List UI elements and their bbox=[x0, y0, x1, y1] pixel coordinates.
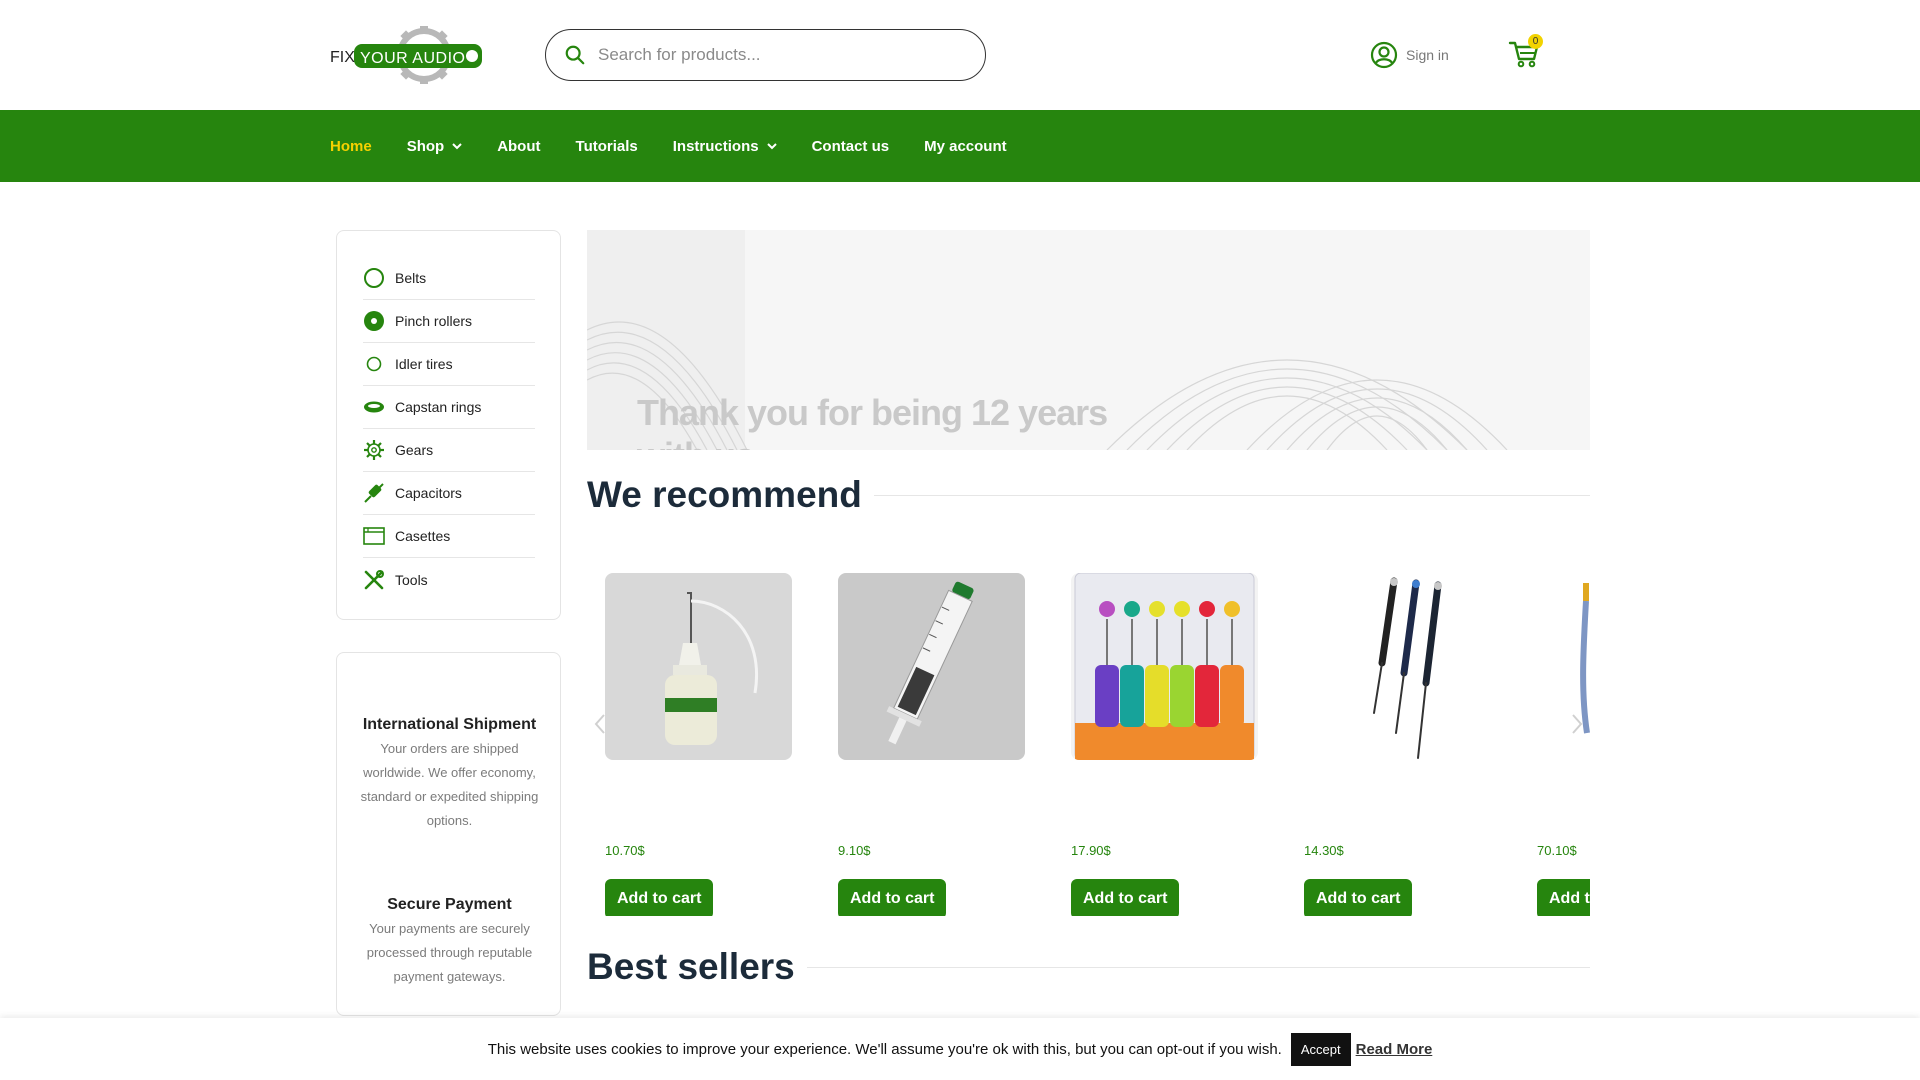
product-card: 14.30$ Add to cart bbox=[1304, 573, 1491, 916]
info-title: Secure Payment bbox=[387, 896, 512, 913]
search-input[interactable] bbox=[598, 45, 968, 65]
add-to-cart-button[interactable]: Add to cart bbox=[1537, 879, 1590, 916]
nav-item-label: Instructions bbox=[672, 137, 759, 155]
secure-payment-block: Secure Payment Your payments are securel… bbox=[357, 893, 542, 989]
nav-item-label: Home bbox=[330, 137, 372, 155]
section-divider bbox=[806, 966, 1590, 968]
nav-item-label: About bbox=[497, 137, 541, 155]
pinch-roller-icon bbox=[364, 311, 384, 331]
product-price: 17.90$ bbox=[1071, 843, 1111, 858]
category-label: Capacitors bbox=[395, 485, 462, 501]
category-label: Capstan rings bbox=[395, 399, 482, 415]
international-shipment-block: International Shipment Your orders are s… bbox=[357, 713, 542, 833]
category-belts[interactable]: Belts bbox=[363, 257, 535, 300]
cassette-icon bbox=[363, 527, 385, 545]
chevron-down-icon bbox=[452, 143, 462, 150]
product-card: 9.10$ Add to cart bbox=[838, 573, 1025, 916]
cookie-accept-button[interactable]: Accept bbox=[1290, 1032, 1351, 1066]
nav-item-label: Tutorials bbox=[575, 137, 638, 155]
user-icon bbox=[1370, 41, 1398, 69]
recommend-carousel: 10.70$ Add to cart 9.10$ Add to cart 17.… bbox=[587, 556, 1590, 916]
sign-in-link[interactable]: Sign in bbox=[1370, 41, 1449, 69]
category-tools[interactable]: Tools bbox=[363, 558, 535, 601]
capacitor-icon bbox=[364, 483, 384, 503]
category-label: Idler tires bbox=[395, 356, 453, 372]
category-label: Belts bbox=[395, 270, 427, 286]
hero-banner[interactable]: Thank you for being 12 years with us bbox=[587, 230, 1590, 450]
add-to-cart-button[interactable]: Add to cart bbox=[1304, 879, 1413, 916]
category-pinch-rollers[interactable]: Pinch rollers bbox=[363, 300, 535, 343]
info-text: Your orders are shipped worldwide. We of… bbox=[360, 741, 539, 828]
nav-item-label: My account bbox=[924, 137, 1007, 155]
category-casettes[interactable]: Casettes bbox=[363, 515, 535, 558]
main-nav: Home Shop About Tutorials Instructions C… bbox=[0, 110, 1920, 182]
product-price: 14.30$ bbox=[1304, 843, 1344, 858]
product-image-syringe[interactable] bbox=[838, 573, 1025, 760]
nav-item-shop[interactable]: Shop bbox=[407, 138, 463, 155]
cookie-message: This website uses cookies to improve you… bbox=[487, 1040, 1282, 1058]
search-icon bbox=[565, 45, 585, 65]
carousel-next-arrow-icon[interactable] bbox=[1569, 712, 1585, 736]
product-price: 70.10$ bbox=[1537, 843, 1577, 858]
logo-text-right: YOUR AUDIO bbox=[360, 50, 465, 67]
bestsellers-section-header: Best sellers bbox=[587, 946, 1590, 988]
category-label: Casettes bbox=[395, 528, 451, 544]
nav-item-about[interactable]: About bbox=[497, 138, 540, 155]
nav-item-instructions[interactable]: Instructions bbox=[673, 138, 777, 155]
site-logo[interactable]: FIX YOUR AUDIO bbox=[330, 24, 484, 86]
section-divider bbox=[873, 494, 1590, 496]
product-image-oil-bottle[interactable] bbox=[605, 573, 792, 760]
add-to-cart-button[interactable]: Add to cart bbox=[605, 879, 714, 916]
nav-item-label: Contact us bbox=[811, 137, 890, 155]
tools-icon bbox=[364, 569, 384, 589]
category-capacitors[interactable]: Capacitors bbox=[363, 472, 535, 515]
nav-item-home[interactable]: Home bbox=[330, 138, 372, 155]
gear-icon bbox=[364, 440, 384, 460]
nav-item-contact[interactable]: Contact us bbox=[812, 138, 890, 155]
section-title: Best sellers bbox=[587, 946, 795, 987]
category-label: Tools bbox=[395, 571, 428, 588]
info-title: International Shipment bbox=[362, 716, 537, 733]
cart-count-badge: 0 bbox=[1528, 34, 1543, 49]
cookie-read-more-link[interactable]: Read More bbox=[1356, 1041, 1433, 1058]
add-to-cart-button[interactable]: Add to cart bbox=[1071, 879, 1180, 916]
search-box[interactable] bbox=[545, 29, 986, 81]
product-price: 9.10$ bbox=[838, 843, 871, 858]
add-to-cart-button[interactable]: Add to cart bbox=[838, 879, 947, 916]
info-text: Your payments are securely processed thr… bbox=[366, 921, 533, 984]
nav-item-tutorials[interactable]: Tutorials bbox=[576, 138, 638, 155]
store-info-box: International Shipment Your orders are s… bbox=[336, 652, 561, 1016]
carousel-prev-arrow-icon[interactable] bbox=[592, 712, 608, 736]
category-capstan-rings[interactable]: Capstan rings bbox=[363, 386, 535, 429]
product-image-precision-screwdrivers[interactable] bbox=[1304, 573, 1491, 760]
idler-tire-icon bbox=[366, 356, 382, 372]
product-image-screwdriver-set[interactable] bbox=[1071, 573, 1258, 760]
sign-in-label: Sign in bbox=[1406, 47, 1449, 63]
banner-headline-line2: with us bbox=[637, 435, 755, 450]
page: FIX YOUR AUDIO Sign in 0 bbox=[0, 0, 1920, 1080]
product-price: 10.70$ bbox=[605, 843, 645, 858]
belt-icon bbox=[364, 268, 384, 288]
product-card: 10.70$ Add to cart bbox=[605, 573, 792, 916]
category-label: Gears bbox=[395, 442, 434, 458]
site-header: FIX YOUR AUDIO Sign in 0 bbox=[0, 0, 1920, 110]
recommend-section-header: We recommend bbox=[587, 474, 1590, 516]
product-card: 17.90$ Add to cart bbox=[1071, 573, 1258, 916]
category-list: Belts Pinch rollers Idler tires Capstan … bbox=[336, 230, 561, 620]
logo-text-left: FIX bbox=[330, 49, 355, 66]
category-label: Pinch rollers bbox=[395, 313, 473, 329]
category-idler-tires[interactable]: Idler tires bbox=[363, 343, 535, 386]
nav-item-my-account[interactable]: My account bbox=[924, 138, 1007, 155]
cookie-consent-bar: This website uses cookies to improve you… bbox=[0, 1018, 1920, 1080]
capstan-ring-icon bbox=[364, 401, 384, 413]
category-gears[interactable]: Gears bbox=[363, 429, 535, 472]
nav-item-label: Shop bbox=[406, 137, 445, 155]
section-title: We recommend bbox=[587, 474, 862, 515]
banner-headline: Thank you for being 12 years bbox=[637, 392, 1108, 433]
chevron-down-icon bbox=[766, 143, 777, 150]
